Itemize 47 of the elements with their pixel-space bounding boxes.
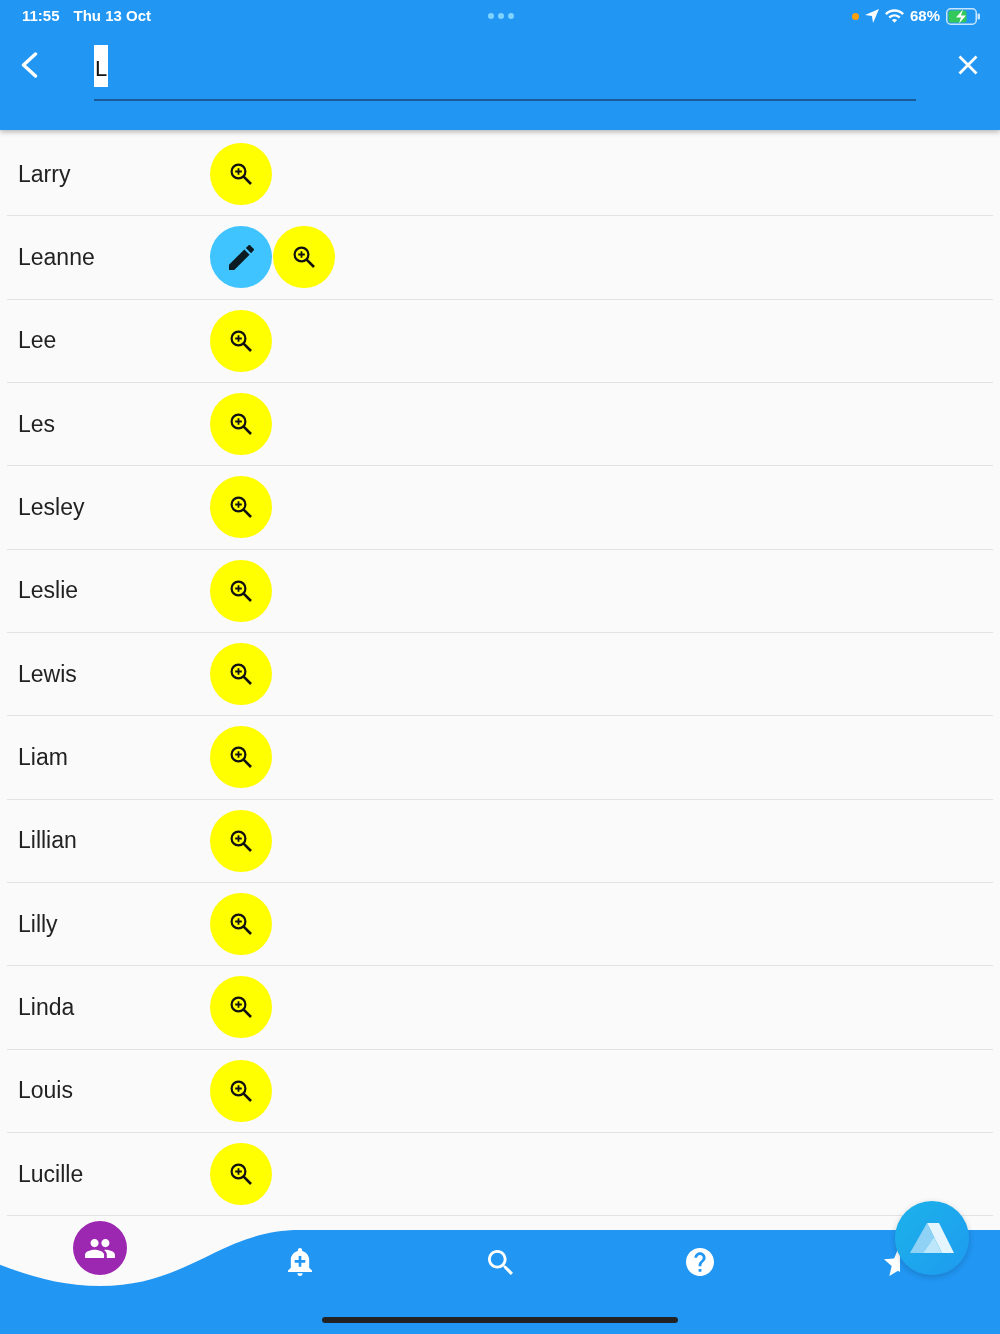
- status-date: Thu 13 Oct: [73, 7, 152, 25]
- wifi-icon: [884, 9, 904, 23]
- search-icon[interactable]: [487, 1249, 513, 1275]
- zoom-in-icon: [230, 913, 252, 936]
- person-name: Leanne: [18, 244, 95, 271]
- zoom-in-icon: [230, 413, 252, 436]
- person-name: Linda: [18, 993, 75, 1021]
- people-icon: [85, 1238, 115, 1258]
- person-name: Larry: [18, 160, 71, 188]
- status-dot-icon: [851, 12, 859, 20]
- zoom-in-icon: [230, 496, 252, 519]
- help-icon[interactable]: [686, 1248, 714, 1276]
- chevron-left-icon: [20, 52, 38, 78]
- zoom-in-icon: [230, 746, 252, 769]
- person-name: Les: [18, 410, 56, 438]
- zoom-in-icon: [230, 1163, 252, 1186]
- battery-percent: 68%: [909, 7, 940, 25]
- person-name: Lillian: [18, 827, 77, 855]
- person-name: Lilly: [18, 910, 58, 938]
- person-name: Liam: [18, 743, 68, 771]
- person-name: Louis: [18, 1077, 73, 1105]
- back-button[interactable]: [20, 52, 38, 78]
- zoom-in-icon: [230, 579, 252, 602]
- person-name: Lesley: [18, 493, 85, 521]
- battery-charging-icon: [946, 7, 980, 25]
- close-button[interactable]: [958, 55, 978, 75]
- fab-button[interactable]: [895, 1201, 969, 1275]
- zoom-in-icon: [230, 163, 252, 186]
- zoom-in-icon: [293, 246, 315, 269]
- bell-plus-icon[interactable]: [288, 1248, 312, 1276]
- zoom-in-icon: [230, 996, 252, 1019]
- nav-tab-button[interactable]: [73, 1221, 127, 1275]
- person-name: Lewis: [18, 660, 77, 688]
- zoom-in-icon: [230, 829, 252, 852]
- close-icon: [958, 55, 978, 75]
- person-name: Lee: [18, 327, 57, 355]
- person-name: Lucille: [18, 1160, 84, 1188]
- zoom-in-icon: [230, 329, 252, 352]
- search-field[interactable]: L: [94, 45, 916, 101]
- zoom-in-icon: [230, 1079, 252, 1102]
- location-arrow-icon: [864, 9, 879, 23]
- more-dots-icon: [488, 13, 514, 19]
- zoom-in-icon: [230, 663, 252, 686]
- person-name: Leslie: [18, 577, 79, 605]
- logo-icon: [910, 1223, 954, 1253]
- status-time: 11:55: [22, 7, 60, 25]
- pencil-icon: [228, 245, 254, 270]
